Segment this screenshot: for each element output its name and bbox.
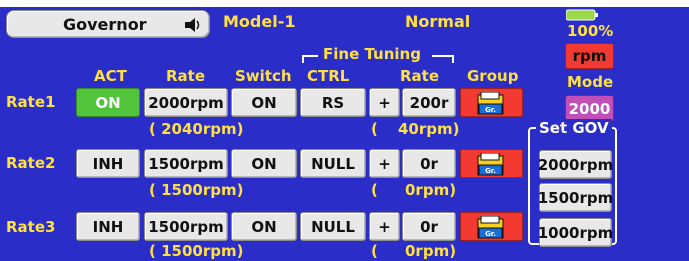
- col-header-group: Group: [467, 67, 519, 85]
- menu-title-label: Governor: [63, 14, 147, 34]
- fine-tuning-left-line: [302, 55, 318, 57]
- group-folder-icon: Gr.: [477, 152, 505, 177]
- rate3-actual-fine-open: (: [371, 242, 378, 260]
- rate3-rate-button[interactable]: 1500rpm: [144, 212, 228, 241]
- rate3-label: Rate3: [6, 218, 56, 236]
- mode-label: Mode: [567, 73, 614, 91]
- group-icon-text: Gr.: [485, 230, 496, 238]
- mode-value-button[interactable]: 2000: [565, 95, 614, 122]
- rate3-switch-button[interactable]: ON: [231, 212, 297, 241]
- rate1-actual-fine: 40rpm): [398, 120, 460, 138]
- group-folder-icon: Gr.: [477, 91, 505, 116]
- set-gov-2000-button[interactable]: 2000rpm: [538, 150, 613, 179]
- group-folder-icon: Gr.: [477, 215, 505, 240]
- rate3-actual-fine: 0rpm): [405, 242, 457, 260]
- rate2-group-button[interactable]: Gr.: [460, 149, 523, 178]
- rate3-sign-button[interactable]: +: [369, 212, 400, 241]
- rate1-sign-button[interactable]: +: [369, 88, 400, 117]
- rate1-ctrl-button[interactable]: RS: [300, 88, 366, 117]
- rate2-actual-fine-open: (: [371, 181, 378, 199]
- rate1-group-button[interactable]: Gr.: [460, 88, 523, 117]
- set-gov-1500-button[interactable]: 1500rpm: [538, 183, 613, 212]
- rate2-switch-button[interactable]: ON: [231, 149, 297, 178]
- rate1-rate-button[interactable]: 2000rpm: [144, 88, 228, 117]
- fine-tuning-right-line: [432, 55, 454, 57]
- rate3-act-button[interactable]: INH: [76, 212, 140, 241]
- col-header-fine-rate: Rate: [400, 67, 440, 85]
- group-icon-text: Gr.: [485, 106, 496, 114]
- battery-icon: [565, 6, 598, 21]
- rate1-fine-rate-button[interactable]: 200r: [402, 88, 456, 117]
- col-header-ctrl: CTRL: [307, 67, 350, 85]
- set-gov-1000-button[interactable]: 1000rpm: [538, 218, 613, 247]
- rate2-act-button[interactable]: INH: [76, 149, 140, 178]
- rate3-ctrl-button[interactable]: NULL: [300, 212, 366, 241]
- menu-title-button[interactable]: Governor: [6, 10, 210, 38]
- rate2-sign-button[interactable]: +: [369, 149, 400, 178]
- rate3-actual-rate: ( 1500rpm): [149, 242, 244, 260]
- unit-button[interactable]: rpm: [565, 43, 614, 69]
- rate1-act-button[interactable]: ON: [76, 88, 140, 117]
- rate1-switch-button[interactable]: ON: [231, 88, 297, 117]
- rate1-actual-rate: ( 2040rpm): [149, 120, 244, 138]
- rate2-actual-fine: 0rpm): [405, 181, 457, 199]
- fine-tuning-label: Fine Tuning: [323, 45, 421, 63]
- rate2-rate-button[interactable]: 1500rpm: [144, 149, 228, 178]
- model-name: Model-1: [223, 12, 296, 31]
- rate3-fine-rate-button[interactable]: 0r: [402, 212, 456, 241]
- speaker-icon: [183, 17, 201, 33]
- fine-tuning-right-tick: [452, 55, 454, 63]
- rate2-ctrl-button[interactable]: NULL: [300, 149, 366, 178]
- set-gov-label: Set GOV: [536, 119, 612, 137]
- col-header-rate: Rate: [166, 67, 206, 85]
- battery-percent: 100%: [567, 22, 614, 40]
- rate2-actual-rate: ( 1500rpm): [149, 181, 244, 199]
- col-header-act: ACT: [94, 67, 127, 85]
- condition-name: Normal: [405, 12, 471, 31]
- col-header-switch: Switch: [235, 67, 292, 85]
- group-icon-text: Gr.: [485, 167, 496, 175]
- rate1-actual-fine-open: (: [371, 120, 378, 138]
- fine-tuning-left-tick: [302, 55, 304, 63]
- governor-screen: Governor Model-1 Normal 100% ACT Rate Sw…: [0, 0, 689, 261]
- rate2-label: Rate2: [6, 154, 56, 172]
- rate3-group-button[interactable]: Gr.: [460, 212, 523, 241]
- rate2-fine-rate-button[interactable]: 0r: [402, 149, 456, 178]
- rate1-label: Rate1: [6, 93, 56, 111]
